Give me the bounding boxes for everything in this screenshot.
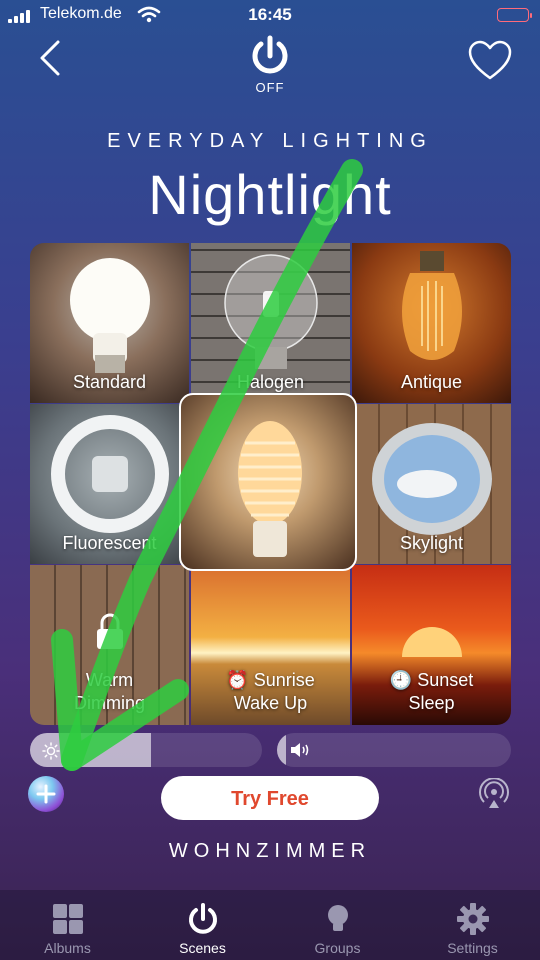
scene-label-line1-wrap: ⏰ Sunrise: [191, 669, 350, 691]
tab-groups[interactable]: Groups: [270, 890, 405, 960]
scene-tile-sunset-sleep[interactable]: 🕘 Sunset Sleep: [352, 565, 511, 725]
skylight-image: [372, 423, 492, 535]
back-button[interactable]: [34, 38, 70, 78]
brightness-slider[interactable]: [30, 733, 262, 767]
power-icon: [188, 903, 217, 934]
bulb-image: [402, 251, 462, 360]
selected-scene-tile[interactable]: [179, 393, 357, 571]
tab-bar: Albums Scenes Groups Settings: [0, 890, 540, 960]
lock-icon: [97, 613, 123, 649]
gear-icon: [456, 903, 489, 935]
tab-scenes[interactable]: Scenes: [135, 890, 270, 960]
scene-label-line2: Dimming: [73, 693, 145, 713]
scene-tile-skylight[interactable]: Skylight: [352, 404, 511, 564]
volume-fill: [277, 733, 287, 767]
scene-grid: Standard Halogen Antique Fluorescent Sky…: [30, 243, 511, 725]
tab-label: Scenes: [179, 940, 226, 956]
scene-label-line1-wrap: 🕘 Sunset: [352, 669, 511, 691]
scene-tile-sunrise-wake-up[interactable]: ⏰ Sunrise Wake Up: [191, 565, 350, 725]
clock-icon: 🕘: [389, 670, 413, 690]
power-button[interactable]: OFF: [242, 34, 298, 96]
category-subtitle: EVERYDAY LIGHTING: [107, 130, 433, 152]
tab-albums[interactable]: Albums: [0, 890, 135, 960]
scene-label-line1: Warm: [85, 670, 134, 690]
scene-label: Antique: [400, 372, 463, 392]
add-scene-button[interactable]: [28, 776, 64, 812]
scene-label-line2: Wake Up: [233, 693, 308, 713]
try-free-button[interactable]: Try Free: [161, 776, 379, 820]
airplay-icon[interactable]: [478, 778, 510, 810]
scene-tile-standard[interactable]: Standard: [30, 243, 189, 403]
tab-label: Settings: [447, 940, 498, 956]
tab-settings[interactable]: Settings: [405, 890, 540, 960]
speaker-icon: [291, 743, 309, 757]
power-icon: [252, 35, 288, 74]
room-name: WOHNZIMMER: [168, 840, 372, 862]
scene-tile-warm-dimming[interactable]: Warm Dimming: [30, 565, 189, 725]
bulb-icon: [327, 905, 348, 931]
status-bar: Telekom.de 16:45: [0, 0, 540, 32]
clock-time: 16:45: [248, 5, 292, 24]
nightlight-image: [238, 421, 302, 557]
bulb-image: [70, 258, 150, 373]
grid-icon: [52, 904, 83, 934]
scene-tile-halogen[interactable]: Halogen: [191, 243, 350, 403]
volume-slider[interactable]: [277, 733, 511, 767]
alarm-clock-icon: ⏰: [226, 670, 249, 690]
scene-label-line1: Sunset: [417, 670, 474, 690]
plus-icon: [36, 784, 56, 804]
scene-tile-fluorescent[interactable]: Fluorescent: [30, 404, 189, 564]
favorite-heart-button[interactable]: [466, 38, 514, 82]
scene-label-line1: Sunrise: [253, 670, 315, 690]
scene-label: Skylight: [399, 533, 464, 553]
scene-tile-antique[interactable]: Antique: [352, 243, 511, 403]
tab-label: Groups: [314, 940, 361, 956]
bulb-image: [224, 254, 318, 369]
scene-label: Standard: [72, 372, 147, 392]
brightness-icon: [42, 742, 60, 760]
scene-title: Nightlight: [148, 163, 392, 226]
bulb-image: [51, 415, 169, 533]
sun-image: [402, 627, 462, 657]
power-state-label: OFF: [255, 80, 285, 95]
battery-icon: [497, 8, 532, 22]
tab-label: Albums: [44, 940, 91, 956]
scene-label-line2: Sleep: [408, 693, 455, 713]
scene-label: Halogen: [236, 372, 305, 392]
scene-label: Fluorescent: [62, 533, 157, 553]
